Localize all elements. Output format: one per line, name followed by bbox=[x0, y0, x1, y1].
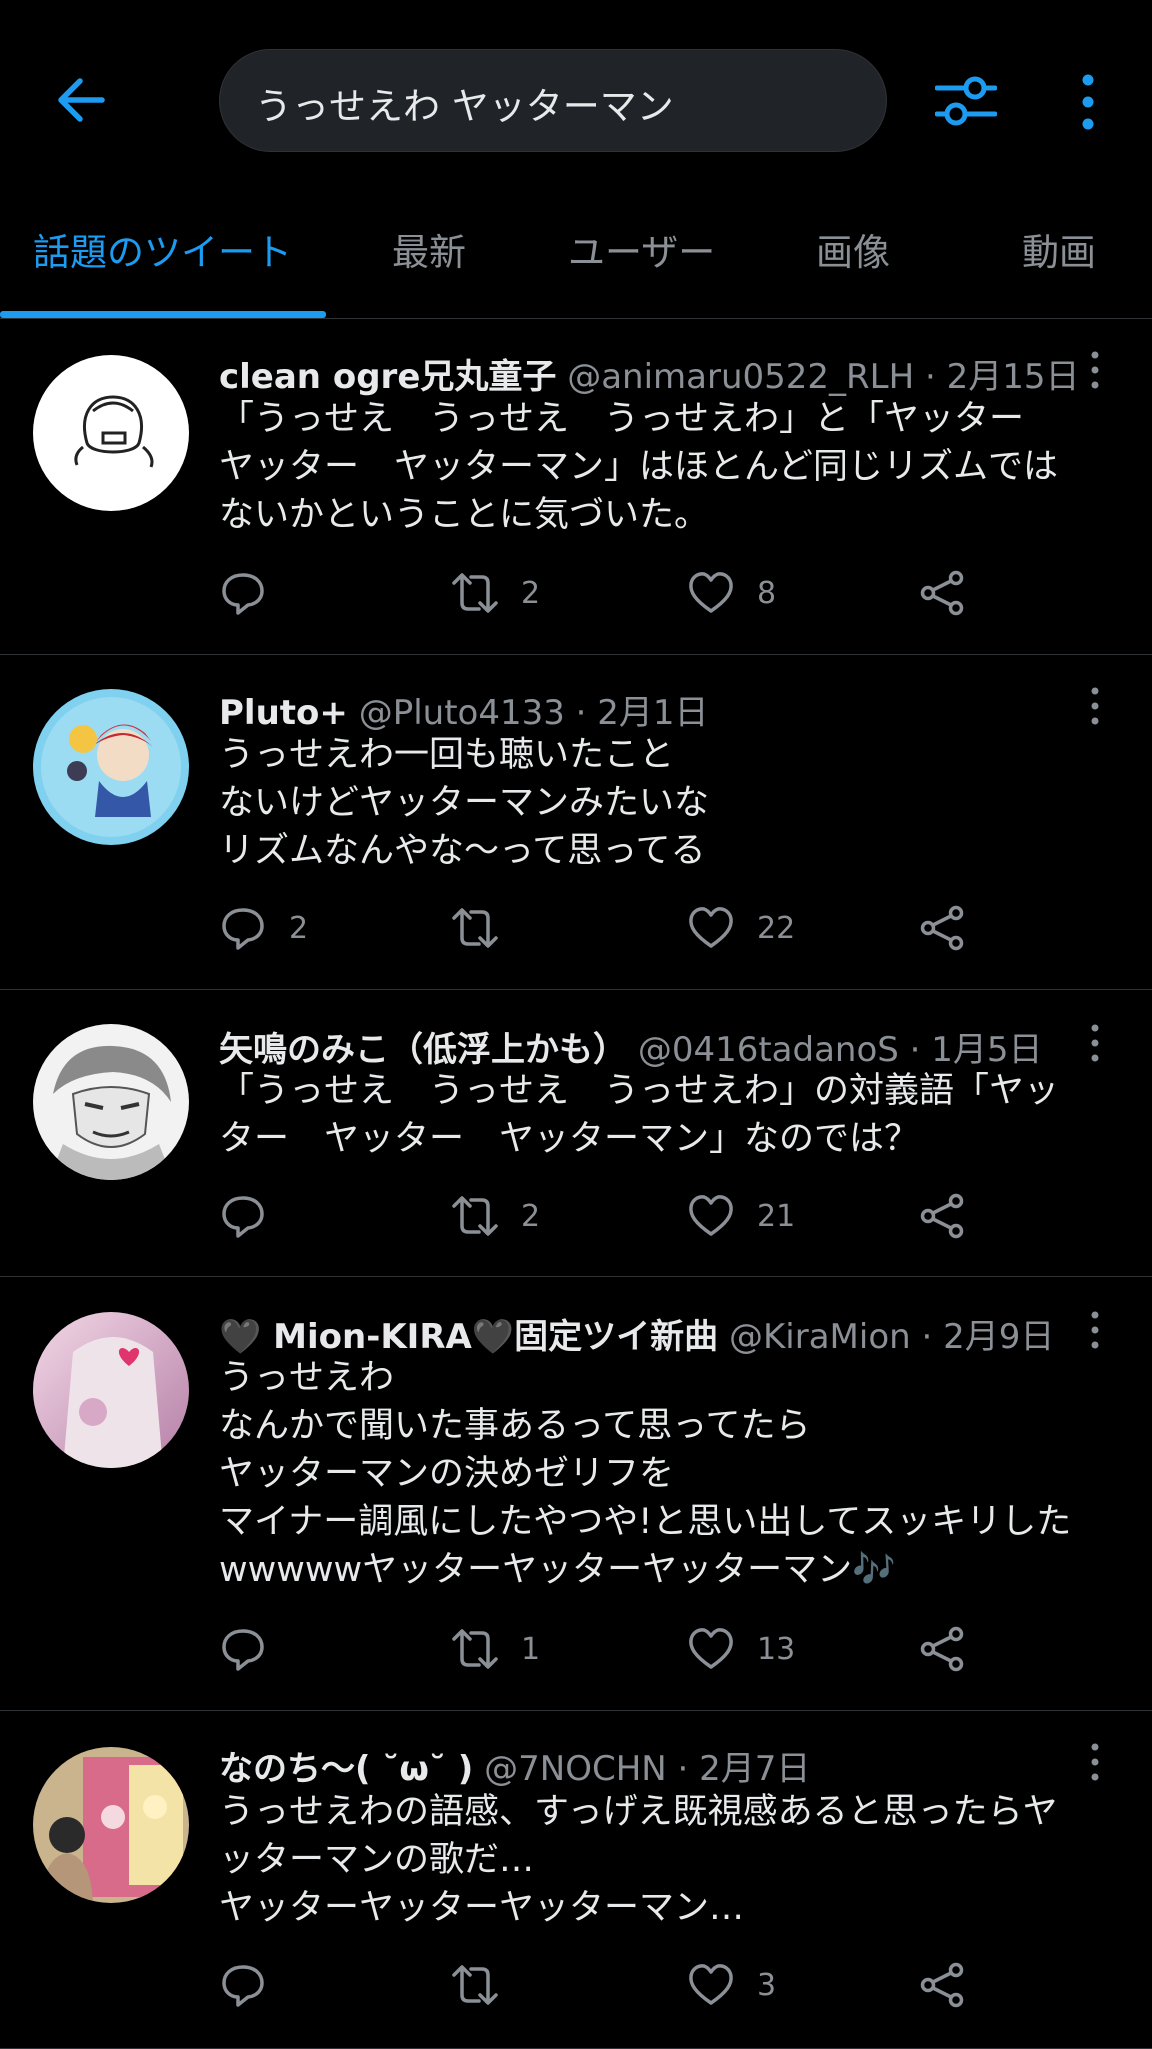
tweet-text: 「うっせえ うっせえ うっせえわ」と「ヤッター ヤッター ヤッターマン」はほとんど… bbox=[219, 399, 1058, 535]
avatar[interactable] bbox=[33, 355, 189, 511]
retweet-button[interactable]: 2 bbox=[451, 566, 540, 620]
like-button[interactable]: 3 bbox=[687, 1958, 776, 2012]
tab-latest[interactable]: 最新 bbox=[392, 222, 466, 302]
tweet-text: うっせえわ一回も聴いたこと ないけどヤッターマンみたいな リズムなんやな〜って思って… bbox=[219, 735, 710, 871]
tweet-actions: 2 21 bbox=[219, 1189, 999, 1249]
share-icon bbox=[920, 905, 964, 951]
tweet-header: clean ogre兄丸童子 @animaru0522_RLH · 2月15日 bbox=[219, 349, 1080, 398]
more-options-icon[interactable] bbox=[1072, 72, 1104, 132]
display-name[interactable]: なのち〜( ˘ω˘ ) bbox=[219, 1749, 473, 1789]
reply-button[interactable]: 2 bbox=[219, 901, 308, 955]
reply-icon bbox=[222, 1196, 264, 1238]
heart-icon bbox=[689, 572, 733, 613]
retweet-button[interactable]: 1 bbox=[451, 1622, 540, 1676]
active-tab-indicator bbox=[0, 311, 326, 318]
heart-icon bbox=[689, 1964, 733, 2005]
back-arrow-icon[interactable] bbox=[52, 70, 112, 130]
display-name[interactable]: clean ogre兄丸童子 bbox=[219, 357, 556, 397]
tweet-text: 「うっせえ うっせえ うっせえわ」の対義語「ヤッ ター ヤッター ヤッターマン」な… bbox=[219, 1071, 1060, 1159]
tweet-header: Pluto+ @Pluto4133 · 2月1日 bbox=[219, 685, 709, 734]
reply-icon bbox=[222, 573, 264, 615]
retweet-icon bbox=[452, 908, 498, 948]
handle-date: @7NOCHN · 2月7日 bbox=[484, 1749, 811, 1789]
tab-users[interactable]: ユーザー bbox=[568, 222, 715, 302]
reply-icon bbox=[222, 1629, 264, 1671]
tweet-header: 矢鳴のみこ（低浮上かも） @0416tadanoS · 1月5日 bbox=[219, 1022, 1043, 1071]
display-name[interactable]: Pluto+ bbox=[219, 693, 348, 733]
share-icon bbox=[920, 570, 964, 616]
tweet-header: なのち〜( ˘ω˘ ) @7NOCHN · 2月7日 bbox=[219, 1741, 810, 1790]
retweet-icon bbox=[452, 1196, 498, 1236]
avatar[interactable] bbox=[33, 1024, 189, 1180]
tweet-actions: 2 22 bbox=[219, 901, 999, 961]
retweet-button[interactable] bbox=[451, 901, 521, 955]
reply-button[interactable] bbox=[219, 566, 289, 620]
handle-date: @animaru0522_RLH · 2月15日 bbox=[567, 357, 1080, 397]
tweet-text: うっせえわの語感、すっげえ既視感あると思ったらヤ ッターマンの歌だ… ヤッターヤッタ… bbox=[219, 1792, 1058, 1928]
handle-date: @0416tadanoS · 1月5日 bbox=[637, 1030, 1043, 1070]
avatar[interactable] bbox=[33, 1747, 189, 1903]
tweet-options-icon[interactable] bbox=[1088, 1742, 1102, 1782]
heart-icon bbox=[689, 907, 733, 948]
like-button[interactable]: 13 bbox=[687, 1622, 795, 1676]
tweet-text: うっせえわ なんかで聞いた事あるって思ってたら ヤッターマンの決めゼリフを マイナー調… bbox=[219, 1358, 1072, 1590]
tweet-card[interactable]: clean ogre兄丸童子 @animaru0522_RLH · 2月15日 … bbox=[0, 319, 1152, 655]
search-query-text: うっせえわ ヤッターマン bbox=[255, 85, 674, 128]
reply-icon bbox=[222, 908, 264, 950]
retweet-icon bbox=[452, 573, 498, 613]
reply-button[interactable] bbox=[219, 1189, 289, 1243]
tab-videos[interactable]: 動画 bbox=[1022, 222, 1096, 302]
search-filter-icon[interactable] bbox=[935, 72, 997, 130]
heart-icon bbox=[689, 1628, 733, 1669]
tweet-actions: 3 bbox=[219, 1958, 999, 2018]
tab-images[interactable]: 画像 bbox=[816, 222, 890, 302]
share-button[interactable] bbox=[919, 1958, 967, 2012]
tweet-options-icon[interactable] bbox=[1088, 350, 1102, 390]
retweet-icon bbox=[452, 1629, 498, 1669]
share-button[interactable] bbox=[919, 1622, 967, 1676]
tweet-actions: 1 13 bbox=[219, 1622, 999, 1682]
tweet-options-icon[interactable] bbox=[1088, 1310, 1102, 1350]
tweet-card[interactable]: なのち〜( ˘ω˘ ) @7NOCHN · 2月7日 うっせえわの語感、すっげえ… bbox=[0, 1711, 1152, 2049]
tweet-options-icon[interactable] bbox=[1088, 1023, 1102, 1063]
retweet-button[interactable] bbox=[451, 1958, 521, 2012]
retweet-icon bbox=[452, 1965, 498, 2005]
share-icon bbox=[920, 1626, 964, 1672]
like-button[interactable]: 21 bbox=[687, 1189, 795, 1243]
avatar[interactable] bbox=[33, 1312, 189, 1468]
reply-button[interactable] bbox=[219, 1622, 289, 1676]
tweet-card[interactable]: Pluto+ @Pluto4133 · 2月1日 うっせえわ一回も聴いたこと ない… bbox=[0, 655, 1152, 990]
tweet-options-icon[interactable] bbox=[1088, 686, 1102, 726]
share-button[interactable] bbox=[919, 1189, 967, 1243]
like-button[interactable]: 8 bbox=[687, 566, 776, 620]
retweet-button[interactable]: 2 bbox=[451, 1189, 540, 1243]
tab-top-tweets[interactable]: 話題のツイート bbox=[33, 222, 292, 302]
share-icon bbox=[920, 1962, 964, 2008]
tweet-header: 🖤 Mion-KIRA🖤固定ツイ新曲 @KiraMion · 2月9日 bbox=[219, 1309, 1054, 1358]
handle-date: @Pluto4133 · 2月1日 bbox=[358, 693, 709, 733]
display-name[interactable]: 矢鳴のみこ（低浮上かも） bbox=[219, 1030, 627, 1070]
reply-button[interactable] bbox=[219, 1958, 289, 2012]
share-icon bbox=[920, 1193, 964, 1239]
display-name[interactable]: 🖤 Mion-KIRA🖤固定ツイ新曲 bbox=[219, 1317, 718, 1357]
avatar[interactable] bbox=[33, 689, 189, 845]
tweet-actions: 2 8 bbox=[219, 566, 999, 626]
share-button[interactable] bbox=[919, 566, 967, 620]
reply-icon bbox=[222, 1965, 264, 2007]
tweet-card[interactable]: 矢鳴のみこ（低浮上かも） @0416tadanoS · 1月5日 「うっせえ う… bbox=[0, 990, 1152, 1277]
share-button[interactable] bbox=[919, 901, 967, 955]
tweet-card[interactable]: 🖤 Mion-KIRA🖤固定ツイ新曲 @KiraMion · 2月9日 うっせえ… bbox=[0, 1277, 1152, 1711]
handle-date: @KiraMion · 2月9日 bbox=[728, 1317, 1055, 1357]
like-button[interactable]: 22 bbox=[687, 901, 795, 955]
heart-icon bbox=[689, 1195, 733, 1236]
